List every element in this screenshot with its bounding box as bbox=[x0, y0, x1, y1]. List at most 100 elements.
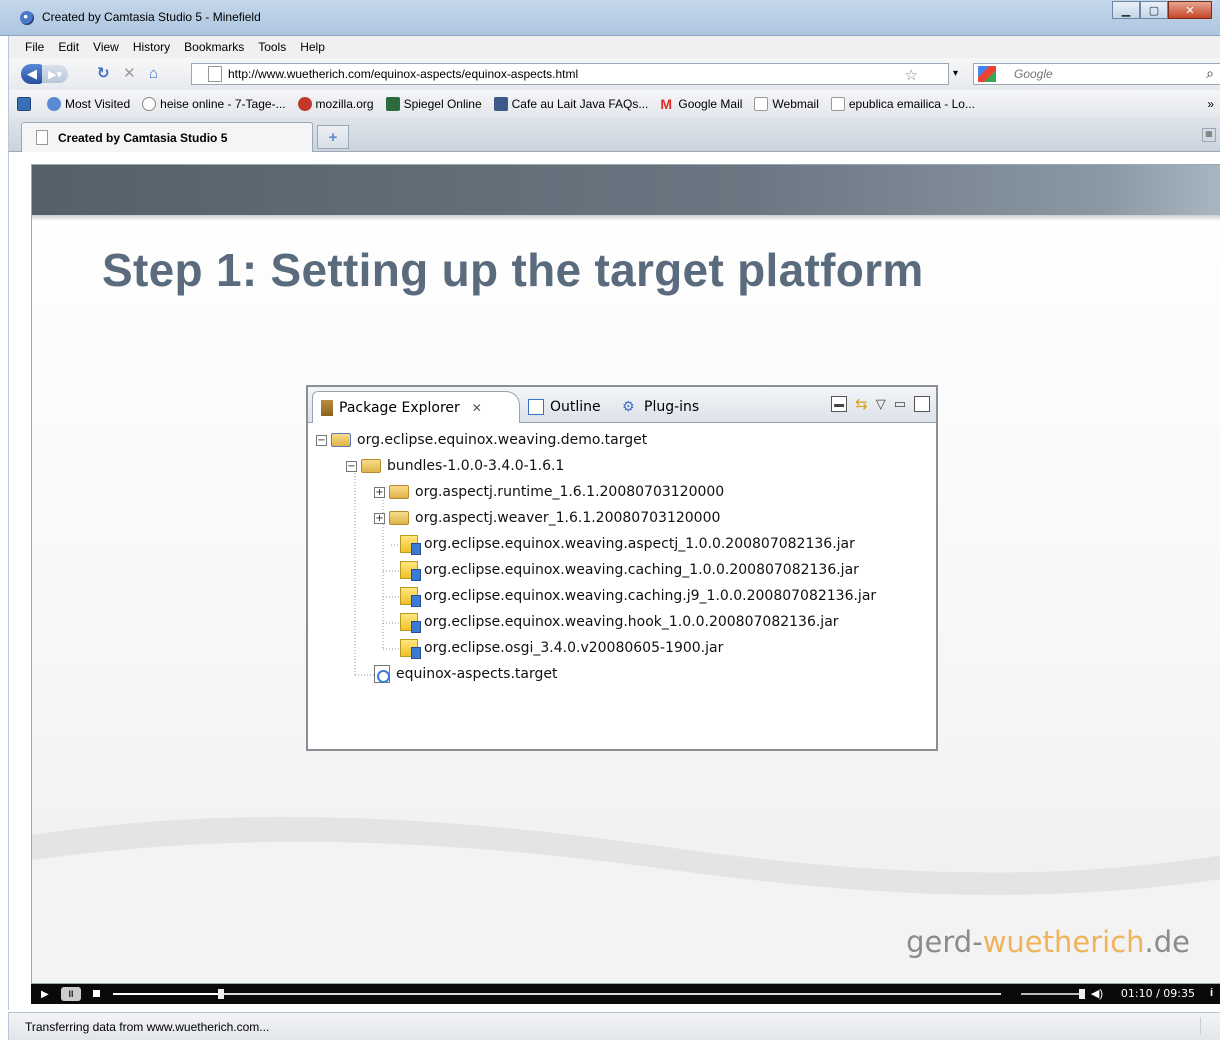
project-folder-icon bbox=[331, 433, 351, 447]
menu-bar: File Edit View History Bookmarks Tools H… bbox=[8, 36, 1220, 58]
brand-highlight: wuetherich bbox=[982, 925, 1145, 959]
bookmark-spiegel[interactable]: Spiegel Online bbox=[385, 97, 482, 111]
forward-button[interactable]: ▶▾ bbox=[42, 65, 68, 83]
tree-item-jar[interactable]: org.eclipse.equinox.weaving.caching_1.0.… bbox=[400, 559, 859, 581]
target-file-icon bbox=[374, 665, 390, 683]
bookmark-cafe-au-lait[interactable]: Cafe au Lait Java FAQs... bbox=[493, 97, 648, 111]
minimize-button[interactable]: ▁ bbox=[1112, 1, 1140, 19]
jar-icon bbox=[400, 535, 421, 555]
pause-button[interactable]: II bbox=[61, 987, 81, 1001]
tree-item-bundles[interactable]: − bundles-1.0.0-3.4.0-1.6.1 bbox=[346, 455, 564, 477]
package-explorer-view: Package Explorer ✕ Outline ⚙ Plug-ins ▬ … bbox=[306, 385, 938, 751]
maximize-button[interactable]: ▢ bbox=[1140, 1, 1168, 19]
menu-history[interactable]: History bbox=[133, 40, 170, 54]
menu-tools[interactable]: Tools bbox=[258, 40, 286, 54]
tree-item-aspectj-runtime[interactable]: + org.aspectj.runtime_1.6.1.200807031200… bbox=[374, 481, 724, 503]
bookmark-heise[interactable]: heise online - 7-Tage-... bbox=[142, 97, 286, 111]
stop-icon[interactable]: ✕ bbox=[123, 65, 136, 83]
expand-toggle-icon[interactable]: + bbox=[374, 486, 385, 498]
video-frame: Step 1: Setting up the target platform g… bbox=[31, 164, 1220, 984]
collapse-toggle-icon[interactable]: − bbox=[316, 434, 327, 446]
tree-item-aspectj-weaver[interactable]: + org.aspectj.weaver_1.6.1.2008070312000… bbox=[374, 507, 720, 529]
expand-toggle-icon[interactable]: + bbox=[374, 512, 385, 524]
bookmark-most-visited[interactable]: Most Visited bbox=[47, 97, 130, 111]
new-tab-button[interactable]: + bbox=[317, 125, 349, 149]
search-engine-icon[interactable] bbox=[978, 66, 996, 82]
menu-view[interactable]: View bbox=[93, 40, 119, 54]
menu-edit[interactable]: Edit bbox=[58, 40, 79, 54]
bookmark-star-icon[interactable]: ☆ bbox=[905, 66, 918, 84]
tree-item-target-file[interactable]: equinox-aspects.target bbox=[374, 663, 557, 685]
bookmark-mozilla[interactable]: mozilla.org bbox=[297, 97, 374, 111]
jar-icon bbox=[400, 613, 421, 633]
urlbar-dropdown-icon[interactable]: ▾ bbox=[953, 65, 958, 83]
play-button[interactable]: ▶ bbox=[41, 989, 49, 1000]
tree-item-label: bundles-1.0.0-3.4.0-1.6.1 bbox=[387, 458, 565, 474]
home-icon[interactable]: ⌂ bbox=[149, 65, 158, 83]
tree-item-project[interactable]: − org.eclipse.equinox.weaving.demo.targe… bbox=[316, 429, 647, 451]
back-button[interactable]: ◀ bbox=[21, 64, 43, 84]
page-content: Step 1: Setting up the target platform g… bbox=[8, 152, 1220, 1010]
search-box[interactable]: ⌕ bbox=[973, 63, 1220, 85]
playback-time: 01:10 / 09:35 bbox=[1120, 987, 1195, 1000]
tree-item-jar[interactable]: org.eclipse.osgi_3.4.0.v20080605-1900.ja… bbox=[400, 637, 723, 659]
volume-slider[interactable] bbox=[1021, 989, 1085, 999]
address-bar[interactable]: http://www.wuetherich.com/equinox-aspect… bbox=[191, 63, 949, 85]
folder-icon bbox=[361, 459, 381, 473]
brand-logo: gerd-wuetherich.de bbox=[906, 925, 1190, 959]
close-button[interactable]: ✕ bbox=[1168, 1, 1212, 19]
bookmarks-toolbar: Most Visited heise online - 7-Tage-... m… bbox=[8, 90, 1220, 118]
folder-icon bbox=[389, 485, 409, 499]
tree-item-jar[interactable]: org.eclipse.equinox.weaving.hook_1.0.0.2… bbox=[400, 611, 839, 633]
list-all-tabs-icon[interactable]: ▦ bbox=[1202, 128, 1216, 142]
reload-icon[interactable]: ↻ bbox=[97, 65, 110, 83]
tree-item-label: equinox-aspects.target bbox=[396, 666, 558, 682]
folder-icon bbox=[389, 511, 409, 525]
window-titlebar: Created by Camtasia Studio 5 - Minefield… bbox=[0, 0, 1220, 36]
firefox-icon bbox=[20, 11, 34, 25]
search-input[interactable] bbox=[1014, 67, 1184, 81]
brand-suffix: .de bbox=[1144, 925, 1190, 959]
bookmarks-overflow-icon[interactable]: » bbox=[1207, 97, 1214, 111]
jar-icon bbox=[400, 587, 421, 607]
tab-active[interactable]: Created by Camtasia Studio 5 bbox=[21, 122, 313, 152]
resize-grip-icon[interactable] bbox=[1200, 1017, 1216, 1035]
navigation-toolbar: ◀ ▶▾ ↻ ✕ ⌂ http://www.wuetherich.com/equ… bbox=[8, 58, 1220, 90]
menu-file[interactable]: File bbox=[25, 40, 44, 54]
volume-thumb[interactable] bbox=[1079, 989, 1085, 999]
tree-item-label: org.eclipse.equinox.weaving.hook_1.0.0.2… bbox=[424, 614, 839, 630]
brand-prefix: gerd- bbox=[906, 925, 983, 959]
menu-help[interactable]: Help bbox=[300, 40, 325, 54]
jar-icon bbox=[400, 561, 421, 581]
window-controls: ▁ ▢ ✕ bbox=[1112, 1, 1212, 19]
window-title: Created by Camtasia Studio 5 - Minefield bbox=[42, 10, 261, 24]
bookmark-webmail[interactable]: Webmail bbox=[754, 97, 819, 111]
tree-item-label: org.eclipse.equinox.weaving.demo.target bbox=[357, 432, 648, 448]
info-icon[interactable]: i bbox=[1210, 987, 1213, 999]
seek-bar[interactable] bbox=[113, 989, 1001, 999]
stop-button[interactable] bbox=[93, 990, 100, 997]
menu-bookmarks[interactable]: Bookmarks bbox=[184, 40, 244, 54]
tree-item-label: org.aspectj.runtime_1.6.1.20080703120000 bbox=[415, 484, 725, 500]
tab-bar: Created by Camtasia Studio 5 + ▦ bbox=[8, 118, 1220, 152]
bookmark-google-mail[interactable]: M Google Mail bbox=[660, 97, 742, 111]
tree-item-label: org.eclipse.equinox.weaving.aspectj_1.0.… bbox=[424, 536, 855, 552]
tree-item-jar[interactable]: org.eclipse.equinox.weaving.caching.j9_1… bbox=[400, 585, 876, 607]
bookmark-epublica[interactable]: epublica emailica - Lo... bbox=[830, 97, 975, 111]
search-icon[interactable]: ⌕ bbox=[1206, 65, 1214, 82]
status-text: Transferring data from www.wuetherich.co… bbox=[25, 1020, 270, 1034]
jar-icon bbox=[400, 639, 421, 659]
slide-header-band bbox=[32, 165, 1220, 221]
collapse-toggle-icon[interactable]: − bbox=[346, 460, 357, 472]
tree-item-label: org.eclipse.osgi_3.4.0.v20080605-1900.ja… bbox=[424, 640, 724, 656]
tab-label: Created by Camtasia Studio 5 bbox=[58, 130, 228, 145]
seek-thumb[interactable] bbox=[218, 989, 225, 999]
video-player-controls: ▶ II ◀) 01:10 / 09:35 i bbox=[31, 984, 1220, 1004]
volume-icon[interactable]: ◀) bbox=[1091, 987, 1103, 1000]
bookmark-list-icon[interactable] bbox=[17, 97, 35, 111]
tree-item-label: org.eclipse.equinox.weaving.caching_1.0.… bbox=[424, 562, 859, 578]
tree-item-jar[interactable]: org.eclipse.equinox.weaving.aspectj_1.0.… bbox=[400, 533, 855, 555]
tree-item-label: org.aspectj.weaver_1.6.1.20080703120000 bbox=[415, 510, 721, 526]
url-text: http://www.wuetherich.com/equinox-aspect… bbox=[228, 67, 579, 81]
seek-progress bbox=[113, 993, 222, 995]
